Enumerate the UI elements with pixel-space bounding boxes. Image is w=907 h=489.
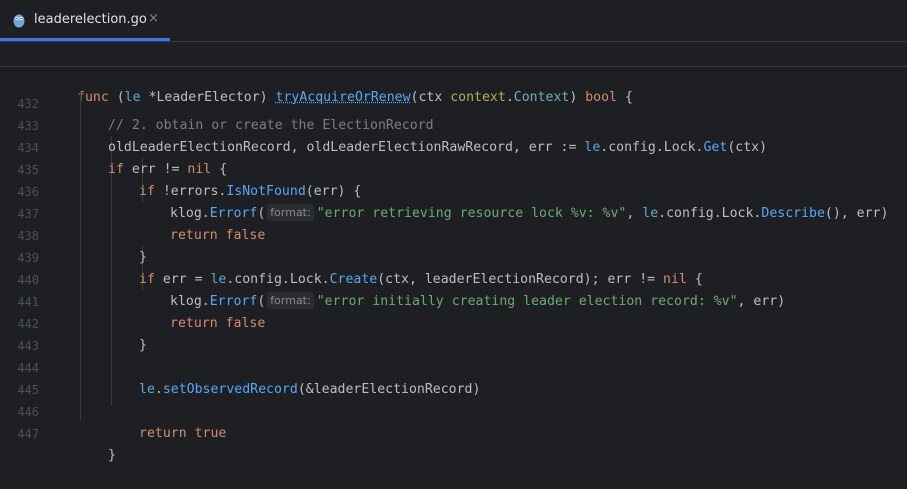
code-line: 446 return true [17, 405, 227, 441]
code-line: 437 return false [17, 207, 266, 243]
sticky-function-header[interactable]: 408 func (le *LeaderElector) tryAcquireO… [0, 42, 907, 105]
code-line: 447 } [17, 427, 116, 463]
code-line: 444 le.setObservedRecord(&leaderElection… [17, 361, 481, 397]
tab-label: leaderelection.go [34, 12, 147, 27]
code-line: 436 klog.Errorf(format: "error retrieving… [17, 185, 889, 221]
code-line: 438 } [17, 229, 147, 265]
close-icon[interactable]: × [148, 11, 159, 26]
go-file-icon [13, 14, 25, 28]
code-line: 435 if !errors.IsNotFound(err) { [17, 163, 362, 199]
code-line: 440 klog.Errorf(format: "error initially … [17, 273, 786, 309]
tab-leaderelection-go[interactable]: leaderelection.go × [0, 0, 170, 41]
code-line: 441 return false [17, 295, 266, 331]
code-line: 443 [17, 339, 39, 353]
code-line: 434 if err != nil { [17, 141, 228, 177]
code-line: 432 // 2. obtain or create the ElectionR… [0, 71, 907, 133]
code-line: 439 if err = le.config.Lock.Create(ctx, … [17, 251, 703, 287]
code-line: 433 oldLeaderElectionRecord, oldLeaderEl… [17, 119, 768, 155]
editor-tab-bar: leaderelection.go × [0, 0, 907, 42]
code-line: 445 [17, 383, 39, 397]
code-line: 442 } [17, 317, 147, 353]
